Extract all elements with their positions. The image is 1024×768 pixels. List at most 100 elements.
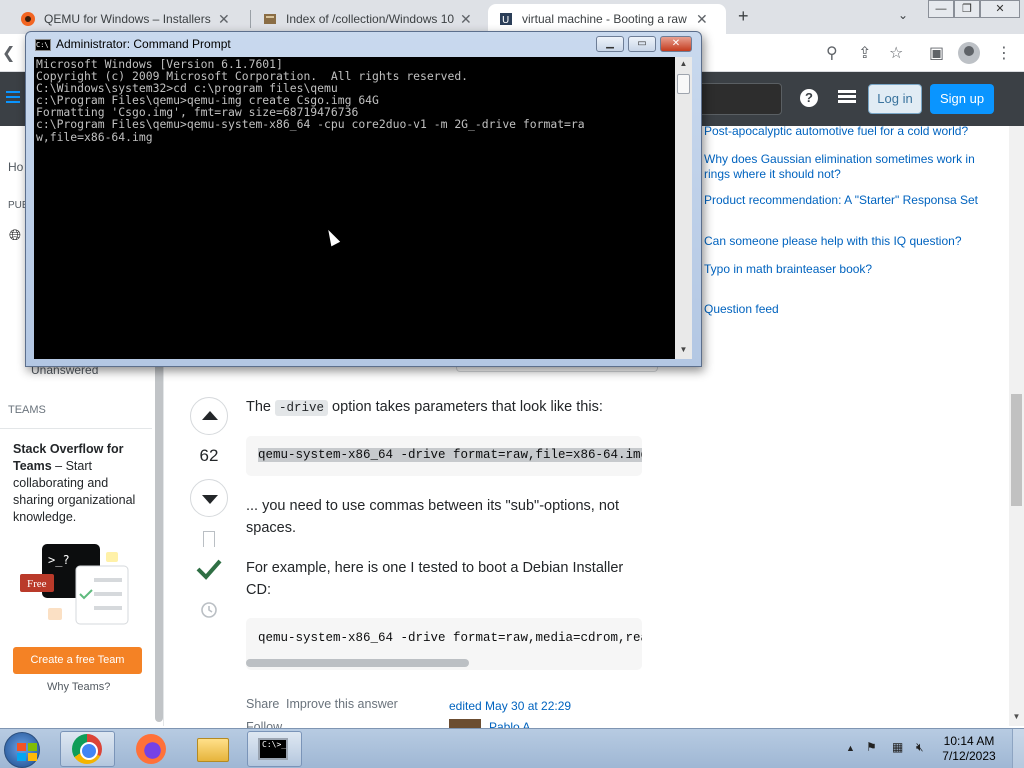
tab-divider xyxy=(250,10,251,28)
inline-code: -drive xyxy=(275,400,329,416)
taskbar-clock[interactable]: 10:14 AM 7/12/2023 xyxy=(938,734,1000,764)
hot-question-link[interactable]: Product recommendation: A "Starter" Resp… xyxy=(704,193,979,208)
browser-tabstrip: QEMU for Windows – Installers (6 ✕ Index… xyxy=(0,0,1024,34)
bookmark-icon[interactable] xyxy=(203,531,215,547)
svg-text:U: U xyxy=(502,15,509,26)
svg-text:>_?: >_? xyxy=(48,553,70,567)
network-icon[interactable]: ▦ xyxy=(892,740,903,754)
chrome-icon xyxy=(72,734,102,764)
side-panel-icon[interactable]: ▣ xyxy=(929,43,944,63)
cmd-minimize-button[interactable]: ▁ xyxy=(596,36,624,52)
close-tab-icon[interactable]: ✕ xyxy=(696,11,708,28)
qemu-favicon-icon xyxy=(21,12,35,26)
maximize-button[interactable]: ❐ xyxy=(954,0,980,18)
share-link[interactable]: Share xyxy=(246,697,279,711)
cmd-scroll-down-icon[interactable]: ▼ xyxy=(675,345,692,354)
cmd-scroll-up-icon[interactable]: ▲ xyxy=(675,59,692,68)
start-button[interactable] xyxy=(4,732,40,768)
cmd-taskbar-icon: C:\>_ xyxy=(258,738,288,760)
close-window-button[interactable]: ✕ xyxy=(980,0,1020,18)
zoom-search-icon[interactable]: ⚲ xyxy=(826,43,838,63)
help-icon[interactable]: ? xyxy=(800,89,818,107)
teams-section-label: TEAMS xyxy=(8,404,46,416)
tray-expand-icon[interactable]: ▲ xyxy=(846,743,855,753)
tab-search-chevron-icon[interactable]: ⌄ xyxy=(898,8,908,22)
free-badge: Free xyxy=(27,578,47,590)
question-feed-link[interactable]: Question feed xyxy=(704,302,779,316)
windows-taskbar: C:\>_ ▲ ⚑ ▦ 🔇︎ 10:14 AM 7/12/2023 xyxy=(0,728,1024,768)
improve-answer-link[interactable]: Improve this answer xyxy=(286,697,398,711)
minimize-button[interactable]: — xyxy=(928,0,954,18)
login-button[interactable]: Log in xyxy=(868,84,922,114)
cmd-scrollbar[interactable]: ▲ ▼ xyxy=(675,57,692,359)
cmd-console[interactable]: Microsoft Windows [Version 6.1.7601] Copy… xyxy=(34,57,675,359)
search-input[interactable] xyxy=(700,83,782,115)
cmd-line: w,file=x86-64.img xyxy=(36,129,153,144)
globe-icon: 🌐︎ xyxy=(9,227,22,244)
command-prompt-window[interactable]: C:\ Administrator: Command Prompt ▁ ▭ ✕ … xyxy=(25,31,702,367)
clock-time: 10:14 AM xyxy=(943,734,995,748)
tab-qemu-installers[interactable]: QEMU for Windows – Installers (6 ✕ xyxy=(10,4,250,34)
cmd-window-title: Administrator: Command Prompt xyxy=(56,37,231,51)
hot-question-link[interactable]: Post-apocalyptic automotive fuel for a c… xyxy=(704,124,979,139)
answer-text: option takes parameters that look like t… xyxy=(328,399,603,415)
windows-logo-icon xyxy=(17,743,37,761)
share-icon[interactable]: ⇪ xyxy=(858,43,871,63)
code-horizontal-scrollbar[interactable] xyxy=(246,659,469,667)
firefox-icon xyxy=(136,734,166,764)
folder-icon xyxy=(197,738,229,762)
answer-paragraph-2: ... you need to use commas between its "… xyxy=(246,498,619,536)
upvote-arrow-icon xyxy=(202,411,218,420)
teams-promo-text: Stack Overflow for Teams – Start collabo… xyxy=(13,441,148,526)
tab-label: virtual machine - Booting a raw d xyxy=(522,12,690,26)
archive-favicon-icon xyxy=(264,14,276,24)
hot-question-link[interactable]: Typo in math brainteaser book? xyxy=(704,262,979,277)
accepted-checkmark-icon xyxy=(196,559,222,580)
nav-home-fragment[interactable]: Ho xyxy=(8,160,23,174)
close-tab-icon[interactable]: ✕ xyxy=(218,11,230,28)
clock-date: 7/12/2023 xyxy=(942,749,996,763)
volume-muted-icon[interactable]: 🔇︎ xyxy=(916,740,924,755)
history-icon[interactable] xyxy=(199,600,219,620)
downvote-arrow-icon xyxy=(202,495,218,504)
hot-question-link[interactable]: Can someone please help with this IQ que… xyxy=(704,234,979,249)
sidebar-scrollbar-thumb[interactable] xyxy=(155,360,163,722)
cmd-output: Microsoft Windows [Version 6.1.7601] Copy… xyxy=(36,58,585,143)
answer-text: The xyxy=(246,399,276,415)
close-tab-icon[interactable]: ✕ xyxy=(460,11,472,28)
bookmark-star-icon[interactable]: ☆ xyxy=(889,43,903,63)
cmd-scrollbar-thumb[interactable] xyxy=(677,74,690,94)
answer-paragraph-1: The -drive option takes parameters that … xyxy=(246,396,646,419)
code-line: qemu-system-x86_64 -drive format=raw,med… xyxy=(258,631,642,645)
create-team-button[interactable]: Create a free Team xyxy=(13,647,142,674)
hot-question-link[interactable]: Why does Gaussian elimination sometimes … xyxy=(704,152,979,182)
cmd-close-button[interactable]: ✕ xyxy=(660,36,692,52)
cmd-maximize-button[interactable]: ▭ xyxy=(628,36,656,52)
tab-virtual-machine[interactable]: U virtual machine - Booting a raw d ✕ xyxy=(488,4,726,34)
site-switcher-icon[interactable] xyxy=(838,90,856,106)
upvote-button[interactable] xyxy=(190,397,228,435)
profile-avatar-icon[interactable] xyxy=(958,42,980,64)
answer-paragraph-3: For example, here is one I tested to boo… xyxy=(246,560,624,598)
tab-label: Index of /collection/Windows 10/ xyxy=(286,12,454,26)
cmd-line: c:\Program Files\qemu>qemu-system-x86_64… xyxy=(36,117,585,132)
code-block-1: qemu-system-x86_64 -drive format=raw,fil… xyxy=(246,436,642,476)
show-desktop-button[interactable] xyxy=(1012,729,1024,768)
code-line-selected: qemu-system-x86_64 -drive format=raw,fil… xyxy=(258,448,642,462)
edited-timestamp-link[interactable]: edited May 30 at 22:29 xyxy=(449,699,571,713)
hamburger-menu-icon[interactable] xyxy=(6,91,20,105)
back-arrow-icon[interactable]: ❮ xyxy=(2,43,15,63)
page-scroll-down-arrow-icon[interactable]: ▼ xyxy=(1009,712,1024,726)
signup-button[interactable]: Sign up xyxy=(930,84,994,114)
action-center-icon[interactable]: ⚑ xyxy=(866,740,877,754)
tab-label: QEMU for Windows – Installers (6 xyxy=(44,12,212,26)
vote-count: 62 xyxy=(199,446,219,465)
page-scrollbar-thumb[interactable] xyxy=(1011,394,1022,506)
cmd-title-icon: C:\ xyxy=(35,39,51,51)
chrome-menu-icon[interactable]: ⋮ xyxy=(996,43,1012,63)
new-tab-button[interactable]: + xyxy=(738,6,749,27)
why-teams-link[interactable]: Why Teams? xyxy=(47,681,110,693)
superuser-favicon-icon: U xyxy=(500,13,512,26)
downvote-button[interactable] xyxy=(190,479,228,517)
tab-index-of-collection[interactable]: Index of /collection/Windows 10/ ✕ xyxy=(252,4,488,34)
